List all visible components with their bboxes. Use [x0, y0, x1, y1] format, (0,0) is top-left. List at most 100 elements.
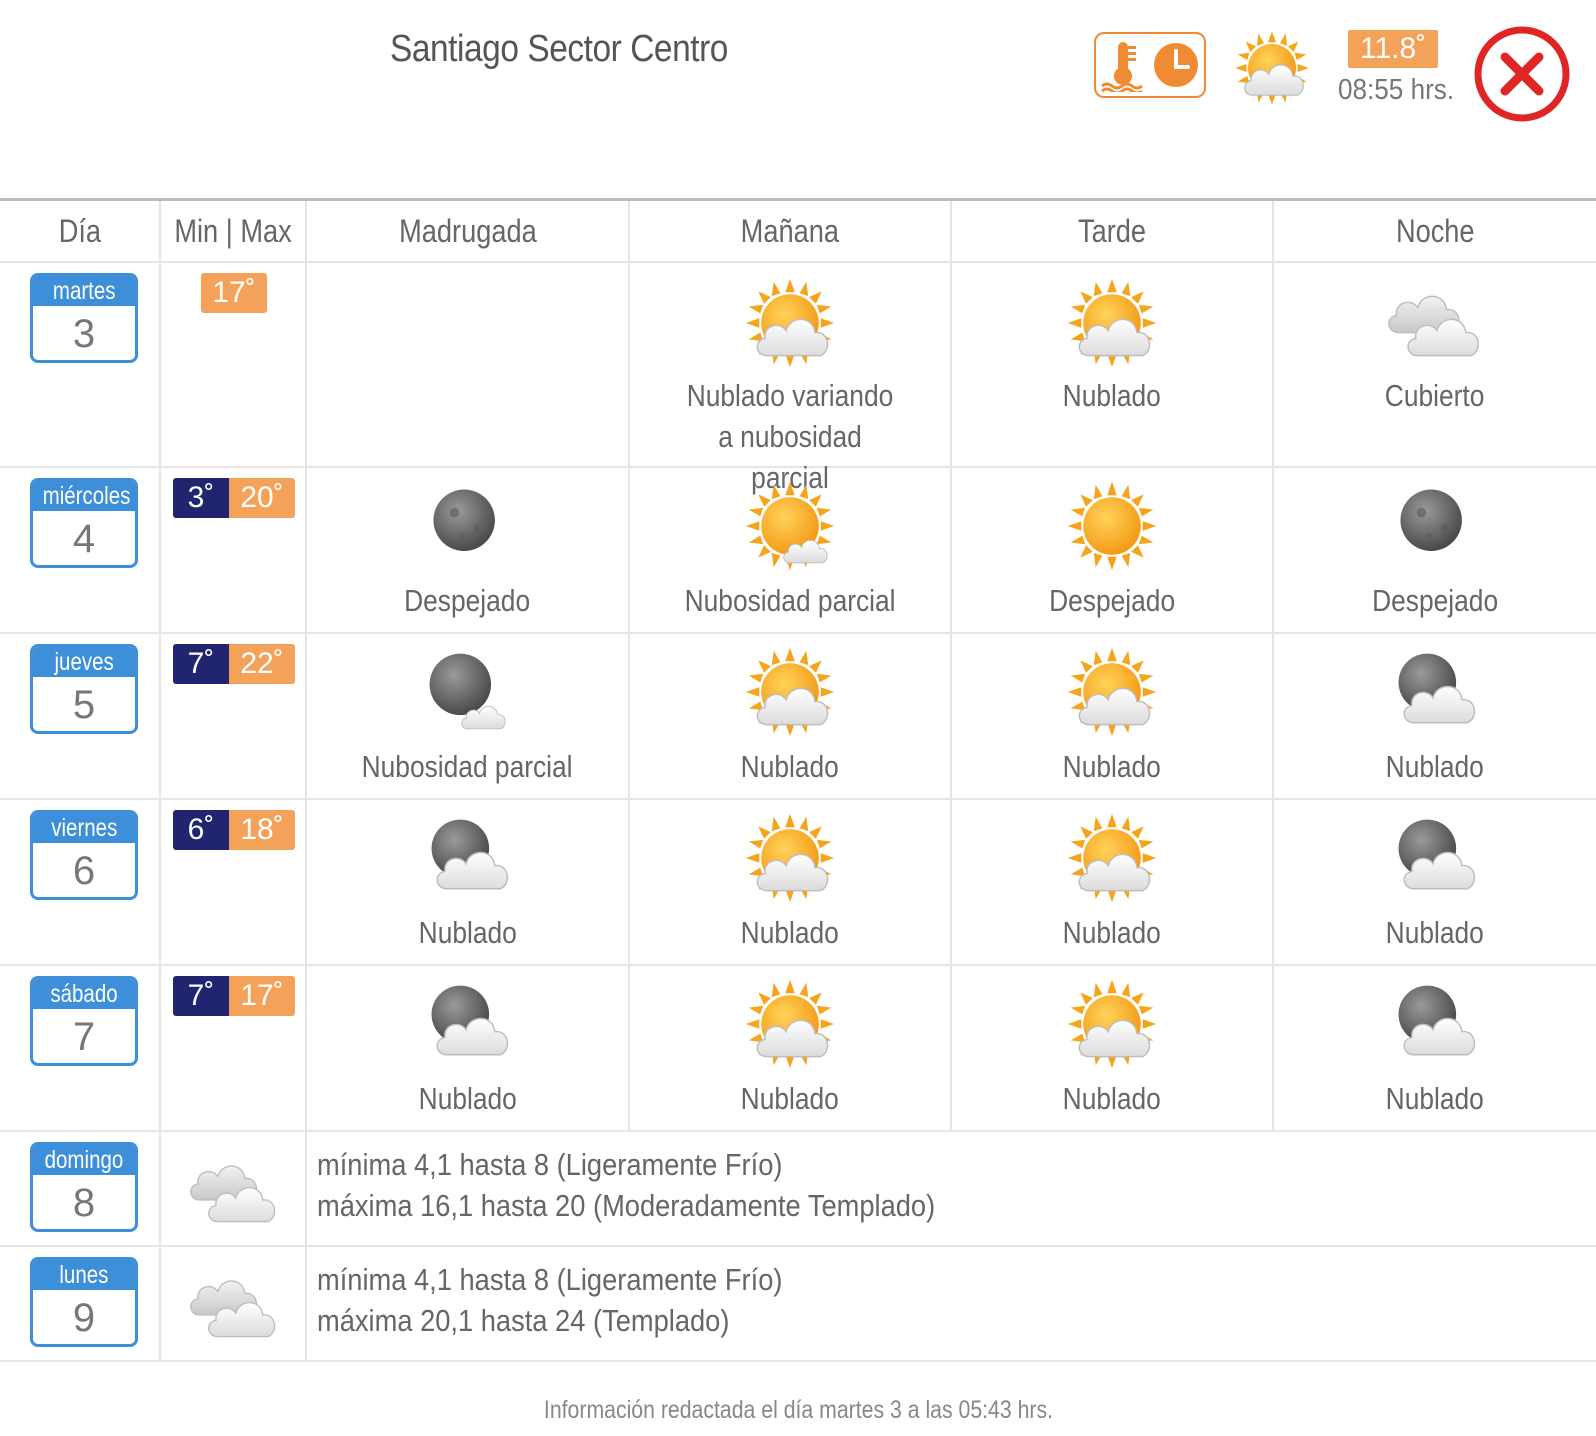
- calendar-badge: domingo 8: [30, 1142, 138, 1232]
- max-temperature: 18˚: [229, 810, 295, 850]
- temperature-range: 3˚ 20˚: [173, 478, 295, 518]
- period-madrugada: Nublado: [307, 966, 630, 1130]
- minmax-cell: 17˚: [161, 263, 307, 466]
- day-cell: domingo 8: [0, 1132, 161, 1245]
- forecast-description: Nubosidad parcial: [362, 749, 573, 784]
- page-title: Santiago Sector Centro: [390, 28, 728, 70]
- calendar-badge: martes 3: [30, 273, 138, 363]
- column-header-manana: Mañana: [630, 201, 952, 261]
- close-icon[interactable]: [1472, 24, 1572, 124]
- period-noche: Nublado: [1274, 966, 1596, 1130]
- day-cell: jueves 5: [0, 634, 161, 798]
- summary-max-line: máxima 20,1 hasta 24 (Templado): [317, 1303, 730, 1338]
- forecast-description: Despejado: [1372, 583, 1498, 618]
- minmax-cell: 7˚ 22˚: [161, 634, 307, 798]
- moon-icon: [432, 489, 495, 551]
- forecast-description: Nublado: [418, 915, 517, 950]
- period-manana: Nubosidad parcial: [630, 468, 952, 632]
- column-header-day: Día: [0, 201, 161, 261]
- summary-max-line: máxima 16,1 hasta 20 (Moderadamente Temp…: [317, 1188, 936, 1223]
- overcast-icon: [190, 1280, 276, 1338]
- minmax-cell: 6˚ 18˚: [161, 800, 307, 964]
- sun-icon: [1067, 481, 1157, 571]
- summary-min-line: mínima 4,1 hasta 8 (Ligeramente Frío): [317, 1147, 783, 1182]
- period-noche: Nublado: [1274, 634, 1596, 798]
- temperature-range: 7˚ 17˚: [173, 976, 295, 1016]
- moon-cloud-icon: [1398, 985, 1476, 1056]
- period-noche: Despejado: [1274, 468, 1596, 632]
- calendar-badge: miércoles 4: [30, 478, 138, 568]
- current-temperature: 11.8˚: [1348, 30, 1439, 68]
- moon-cloud-icon: [1398, 819, 1476, 890]
- column-header-noche: Noche: [1395, 212, 1475, 249]
- min-temperature: 7˚: [173, 644, 229, 684]
- calendar-weekday: domingo: [33, 1145, 135, 1175]
- period-madrugada: [307, 263, 630, 466]
- calendar-day-number: 4: [72, 517, 96, 561]
- day-cell: martes 3: [0, 263, 161, 466]
- sun-cloud-icon: [1067, 647, 1157, 737]
- table-row: miércoles 4 3˚ 20˚ Despejado Nubosidad parcia…: [0, 468, 1596, 634]
- summary-min-line: mínima 4,1 hasta 8 (Ligeramente Frío): [317, 1262, 783, 1297]
- day-cell: sábado 7: [0, 966, 161, 1130]
- sun-cloud-icon: [1067, 813, 1157, 903]
- moon-small-cloud-icon: [429, 653, 506, 730]
- calendar-badge: lunes 9: [30, 1257, 138, 1347]
- calendar-weekday: viernes: [33, 813, 135, 843]
- period-manana: Nublado: [630, 800, 952, 964]
- footer-note: Información redactada el día martes 3 a …: [543, 1396, 1053, 1424]
- period-noche: Cubierto: [1274, 263, 1596, 466]
- extended-summary: mínima 4,1 hasta 8 (Ligeramente Frío) máx…: [307, 1132, 1596, 1245]
- clock-icon: [1154, 43, 1198, 87]
- forecast-description: Nubosidad parcial: [684, 583, 896, 618]
- forecast-description: Nublado: [1062, 1081, 1162, 1116]
- forecast-description: Nublado: [418, 1081, 517, 1116]
- max-temperature: 20˚: [229, 478, 295, 518]
- forecast-description: Nublado: [1062, 915, 1162, 950]
- calendar-weekday: lunes: [33, 1260, 135, 1290]
- table-header: Día Min | Max Madrugada Mañana Tarde Noc…: [0, 201, 1596, 263]
- station-history-button[interactable]: [1094, 32, 1206, 98]
- forecast-description: Despejado: [404, 583, 531, 618]
- column-header-tarde: Tarde: [952, 201, 1274, 261]
- column-header-madrugada: Madrugada: [307, 201, 630, 261]
- table-row-extended: lunes 9 mínima 4,1 hasta 8 (Ligeramente Fr…: [0, 1247, 1596, 1362]
- overcast-icon: [190, 1165, 276, 1223]
- table-row: sábado 7 7˚ 17˚ Nublado Nublado Nublado Nublado: [0, 966, 1596, 1132]
- sun-cloud-icon: [745, 278, 835, 368]
- minmax-cell: [161, 1132, 307, 1245]
- max-temperature: 17˚: [229, 976, 295, 1016]
- temperature-range: 17˚: [201, 273, 267, 313]
- forecast-description: Nublado: [1385, 749, 1485, 784]
- sun-cloud-icon: [745, 647, 835, 737]
- day-cell: lunes 9: [0, 1247, 161, 1360]
- sun-cloud-icon: [745, 979, 835, 1069]
- calendar-badge: jueves 5: [30, 644, 138, 734]
- sun-small-cloud-icon: [745, 481, 835, 571]
- header: Santiago Sector Centro 11.8˚ 08:55 hrs.: [0, 0, 1596, 198]
- overcast-icon: [1388, 295, 1480, 357]
- calendar-weekday: martes: [33, 276, 135, 306]
- forecast-table: Día Min | Max Madrugada Mañana Tarde Noc…: [0, 201, 1596, 1362]
- period-manana: Nublado: [630, 634, 952, 798]
- forecast-description: Cubierto: [1385, 378, 1485, 413]
- period-madrugada: Despejado: [307, 468, 630, 632]
- calendar-badge: sábado 7: [30, 976, 138, 1066]
- table-row: jueves 5 7˚ 22˚ Nubosidad parcial Nublado Nubl…: [0, 634, 1596, 800]
- calendar-day-number: 3: [72, 312, 96, 356]
- period-manana: Nublado variando a nubosidad parcial: [630, 263, 952, 495]
- moon-cloud-icon: [431, 819, 508, 890]
- day-cell: viernes 6: [0, 800, 161, 964]
- minmax-cell: 7˚ 17˚: [161, 966, 307, 1130]
- moon-cloud-icon: [431, 985, 508, 1056]
- calendar-day-number: 7: [72, 1015, 96, 1059]
- calendar-day-number: 6: [72, 849, 96, 893]
- period-madrugada: Nublado: [307, 800, 630, 964]
- period-tarde: Nublado: [952, 966, 1274, 1130]
- temperature-range: 6˚ 18˚: [173, 810, 295, 850]
- period-tarde: Nublado: [952, 800, 1274, 964]
- extended-summary: mínima 4,1 hasta 8 (Ligeramente Frío) máx…: [307, 1247, 1596, 1360]
- forecast-description: Despejado: [1049, 583, 1175, 618]
- forecast-description: Nublado: [1062, 749, 1162, 784]
- period-tarde: Despejado: [952, 468, 1274, 632]
